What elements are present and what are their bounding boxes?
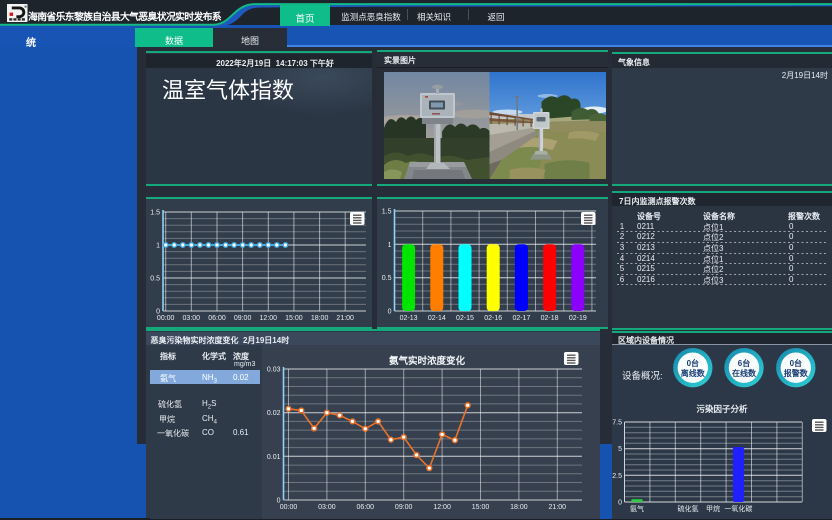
svg-text:12:00: 12:00 [433, 504, 451, 511]
svg-text:1.5: 1.5 [382, 209, 392, 216]
svg-text:02-15: 02-15 [456, 315, 474, 322]
svg-text:氨气实时浓度变化: 氨气实时浓度变化 [389, 355, 466, 367]
svg-text:氨气: 氨气 [630, 504, 644, 513]
svg-text:06:00: 06:00 [208, 315, 226, 322]
svg-text:02-17: 02-17 [512, 315, 530, 322]
svg-text:21:00: 21:00 [336, 315, 354, 322]
svg-text:0: 0 [618, 500, 622, 507]
svg-text:09:00: 09:00 [234, 315, 252, 322]
svg-text:7.5: 7.5 [612, 420, 622, 427]
svg-text:12:00: 12:00 [260, 315, 278, 322]
svg-text:2.5: 2.5 [612, 473, 622, 480]
svg-text:02-13: 02-13 [400, 315, 418, 322]
svg-text:1: 1 [388, 242, 392, 249]
svg-text:6台: 6台 [738, 358, 750, 368]
svg-text:0.03: 0.03 [267, 367, 281, 374]
svg-text:18:00: 18:00 [311, 315, 329, 322]
svg-text:02-19: 02-19 [569, 315, 587, 322]
svg-text:09:00: 09:00 [395, 504, 413, 511]
svg-text:0: 0 [388, 309, 392, 316]
svg-text:0.02: 0.02 [267, 410, 281, 417]
svg-text:03:00: 03:00 [318, 504, 336, 511]
svg-text:离线数: 离线数 [681, 368, 706, 378]
svg-text:1.5: 1.5 [150, 210, 160, 217]
svg-text:02-14: 02-14 [428, 315, 446, 322]
svg-text:甲烷: 甲烷 [706, 504, 720, 513]
svg-text:一氧化碳: 一氧化碳 [724, 504, 752, 513]
svg-text:06:00: 06:00 [357, 504, 375, 511]
svg-text:在线数: 在线数 [732, 368, 757, 378]
svg-text:15:00: 15:00 [472, 504, 490, 511]
svg-text:21:00: 21:00 [549, 504, 567, 511]
svg-text:0.5: 0.5 [382, 275, 392, 282]
svg-text:报警数: 报警数 [784, 368, 809, 378]
svg-text:0.5: 0.5 [150, 276, 160, 283]
svg-text:0.01: 0.01 [267, 454, 281, 461]
svg-text:15:00: 15:00 [285, 315, 303, 322]
svg-text:0台: 0台 [790, 358, 802, 368]
svg-text:5: 5 [618, 446, 622, 453]
svg-text:18:00: 18:00 [510, 504, 528, 511]
svg-text:硫化氢: 硫化氢 [678, 504, 699, 513]
svg-text:02-16: 02-16 [484, 315, 502, 322]
svg-text:00:00: 00:00 [157, 315, 175, 322]
svg-text:1: 1 [156, 243, 160, 250]
svg-text:0台: 0台 [687, 358, 699, 368]
svg-text:00:00: 00:00 [280, 504, 298, 511]
svg-text:02-18: 02-18 [541, 315, 559, 322]
svg-text:03:00: 03:00 [183, 315, 201, 322]
